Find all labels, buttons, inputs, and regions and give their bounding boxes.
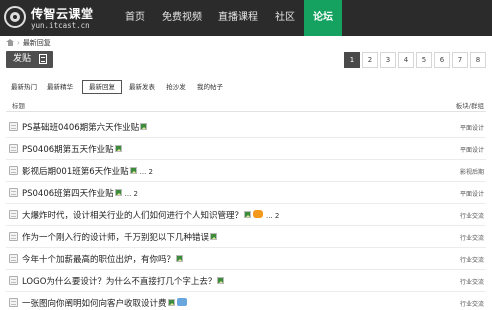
thread-title-text[interactable]: PS0406班第四天作业贴 [22,189,114,199]
image-attachment-icon [114,145,122,152]
hot-badge-icon [253,210,264,218]
page-6[interactable]: 6 [434,52,450,68]
table-row: 大爆炸时代，设计相关行业的人们如何进行个人知识管理？ ... 2 行业交流 [6,204,486,226]
breadcrumb-separator: › [17,39,20,47]
thread-title[interactable]: 大爆炸时代，设计相关行业的人们如何进行个人知识管理？ ... 2 [22,209,279,221]
table-row: PS0406班第四天作业贴 ... 2 平面设计 [6,182,486,204]
logo-url: yun.itcast.cn [31,21,90,30]
page-5[interactable]: 5 [416,52,432,68]
board-name[interactable]: 行业交流 [460,277,484,286]
board-name[interactable]: 行业交流 [460,255,484,264]
topic-icon [9,232,18,241]
tab-latest-hot[interactable]: 最新热门 [8,80,40,94]
table-row: LOGO为什么要设计？为什么不直接打几个字上去？ 行业交流 [6,270,486,292]
image-attachment-icon [210,233,218,240]
table-row: 今年十个加薪最高的职位出炉，有你吗？ 行业交流 [6,248,486,270]
thread-title-text[interactable]: 今年十个加薪最高的职位出炉，有你吗？ [22,255,175,265]
page-7[interactable]: 7 [452,52,468,68]
page-2[interactable]: 2 [362,52,378,68]
topic-icon [9,144,18,153]
thread-title-text[interactable]: 一张图向你阐明如何向客户收取设计费 [22,299,167,309]
nav-community[interactable]: 社区 [266,0,304,36]
top-nav-bar: 传智云课堂 yun.itcast.cn 首页 免费视频 直播课程 社区 论坛 [0,0,492,36]
thread-title-text[interactable]: PS基础班0406期第六天作业贴 [22,123,139,133]
thread-title-text[interactable]: LOGO为什么要设计？为什么不直接打几个字上去？ [22,277,216,287]
topic-icon [9,298,18,307]
image-attachment-icon [114,189,122,196]
board-name[interactable]: 平面设计 [460,189,484,198]
image-attachment-icon [176,255,184,262]
tab-latest-posts[interactable]: 最新发表 [126,80,158,94]
tab-latest-replies[interactable]: 最新回复 [82,80,122,94]
new-post-button[interactable]: 发贴 [6,51,53,68]
table-row: 作为一个刚入行的设计师，千万别犯以下几种错误 行业交流 [6,226,486,248]
nav-forum[interactable]: 论坛 [304,0,342,36]
page-links[interactable]: ... 2 [266,212,279,220]
topic-icon [9,188,18,197]
nav-live-courses[interactable]: 直播课程 [210,0,266,36]
board-name[interactable]: 行业交流 [460,299,484,308]
board-name[interactable]: 影视后期 [460,167,484,176]
image-attachment-icon [217,277,225,284]
tab-latest-featured[interactable]: 最新精华 [44,80,76,94]
page-links[interactable]: ... 2 [125,190,138,198]
image-attachment-icon [167,299,175,306]
topic-icon [9,166,18,175]
page-8[interactable]: 8 [470,52,486,68]
page-links[interactable]: ... 2 [140,168,153,176]
page-4[interactable]: 4 [398,52,414,68]
tab-grab-sofa[interactable]: 抢沙发 [163,80,189,94]
thread-title[interactable]: LOGO为什么要设计？为什么不直接打几个字上去？ [22,275,225,287]
thread-title[interactable]: PS0406班第四天作业贴 ... 2 [22,187,138,199]
breadcrumb: › 最新回复 [6,37,51,49]
image-attachment-icon [140,123,148,130]
home-icon[interactable] [6,39,14,46]
logo-mark-icon [4,6,26,28]
column-title: 标题 [12,102,25,110]
document-icon [39,54,47,64]
nav-free-videos[interactable]: 免费视频 [154,0,210,36]
board-name[interactable]: 平面设计 [460,123,484,132]
logo-text: 传智云课堂 [31,7,94,21]
table-header: 标题 板块/群组 [6,100,486,112]
thread-title[interactable]: 今年十个加薪最高的职位出炉，有你吗？ [22,253,184,265]
new-badge-icon [176,298,187,306]
thread-title-text[interactable]: 影视后期001班第6天作业贴 [22,167,129,177]
table-row: 一张图向你阐明如何向客户收取设计费 行业交流 [6,292,486,310]
column-board: 板块/群组 [455,102,484,110]
thread-title[interactable]: PS0406期第五天作业贴 [22,143,122,155]
thread-title[interactable]: 作为一个刚入行的设计师，千万别犯以下几种错误 [22,231,218,243]
topic-icon [9,210,18,219]
table-row: 影视后期001班第6天作业贴 ... 2 影视后期 [6,160,486,182]
topic-icon [9,276,18,285]
breadcrumb-current: 最新回复 [22,39,51,47]
thread-title-text[interactable]: PS0406期第五天作业贴 [22,145,114,155]
new-post-label: 发贴 [13,54,32,64]
thread-title-text[interactable]: 作为一个刚入行的设计师，千万别犯以下几种错误 [22,233,209,243]
site-logo[interactable]: 传智云课堂 yun.itcast.cn [4,3,108,33]
thread-title[interactable]: PS基础班0406期第六天作业贴 [22,121,148,133]
board-name[interactable]: 行业交流 [460,211,484,220]
page-1[interactable]: 1 [344,52,360,68]
thread-title-text[interactable]: 大爆炸时代，设计相关行业的人们如何进行个人知识管理？ [22,211,243,221]
image-attachment-icon [244,211,252,218]
page-3[interactable]: 3 [380,52,396,68]
image-attachment-icon [129,167,137,174]
board-name[interactable]: 行业交流 [460,233,484,242]
table-row: PS基础班0406期第六天作业贴 平面设计 [6,116,486,138]
thread-title[interactable]: 影视后期001班第6天作业贴 ... 2 [22,165,153,177]
table-row: PS0406期第五天作业贴 平面设计 [6,138,486,160]
nav-home[interactable]: 首页 [116,0,154,36]
board-name[interactable]: 平面设计 [460,145,484,154]
tab-my-posts[interactable]: 我的帖子 [194,80,226,94]
topic-icon [9,254,18,263]
thread-title[interactable]: 一张图向你阐明如何向客户收取设计费 [22,297,187,309]
topic-icon [9,122,18,131]
